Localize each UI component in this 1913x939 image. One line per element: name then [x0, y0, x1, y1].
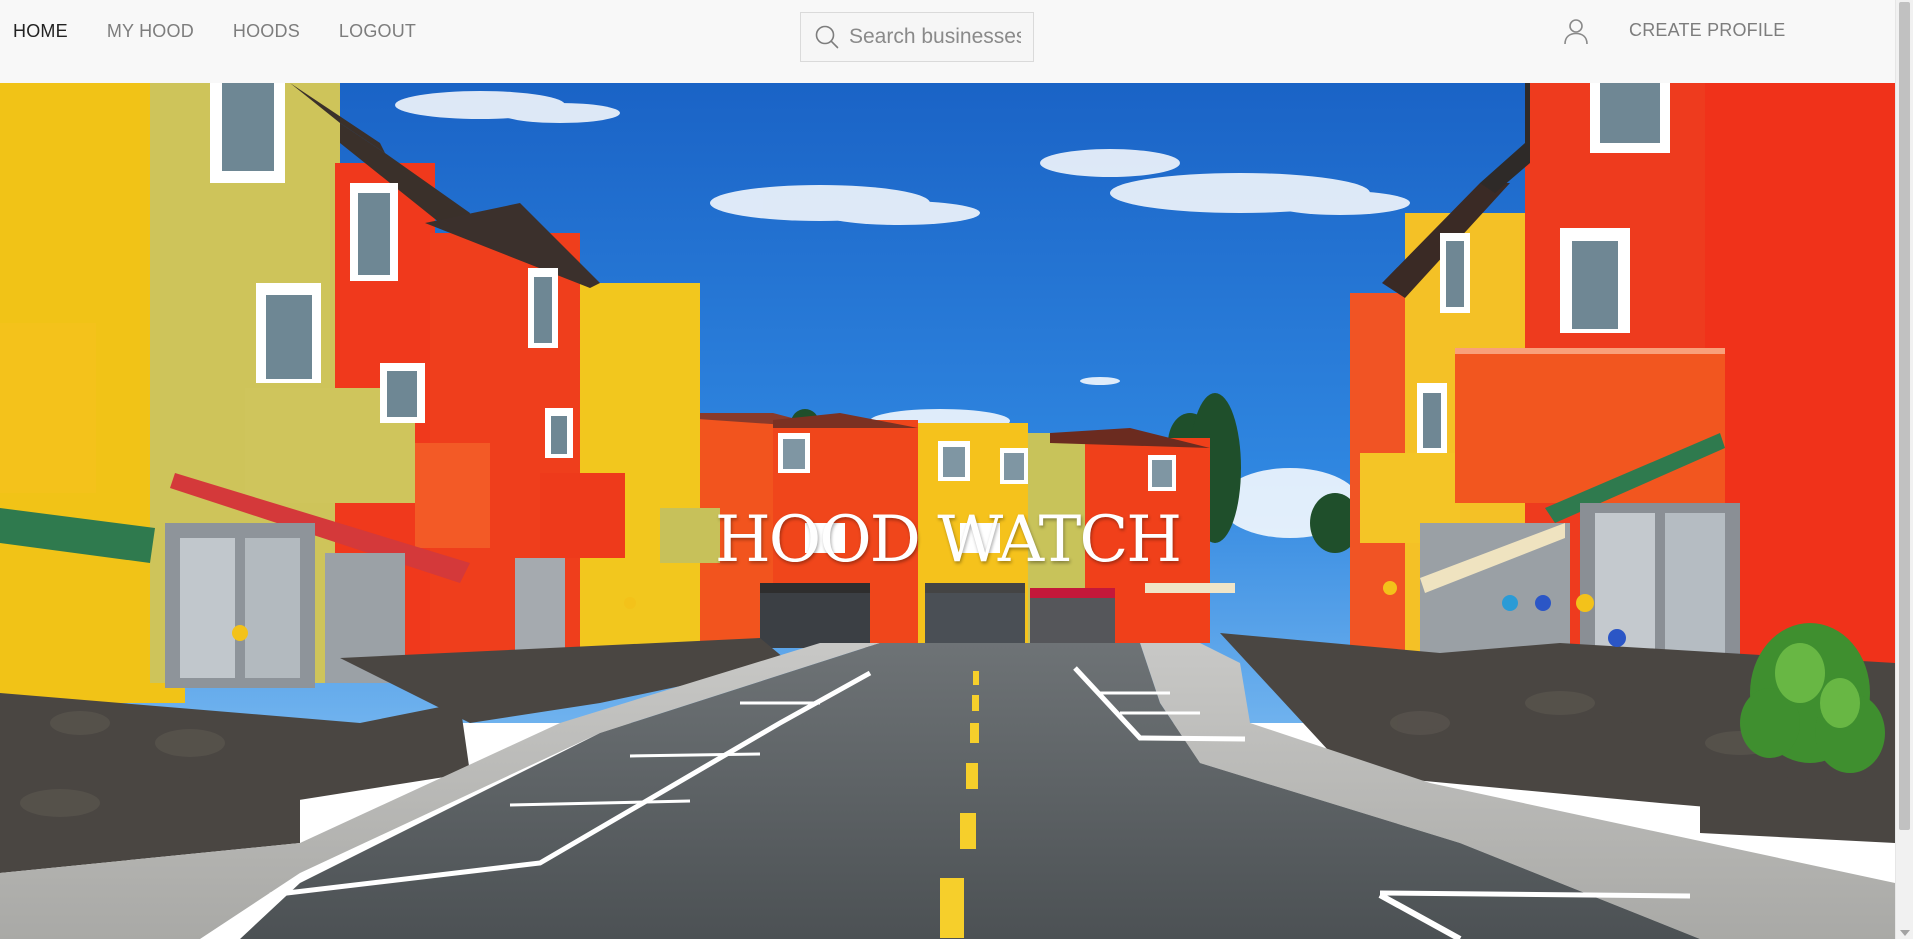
scrollbar-thumb[interactable] [1899, 2, 1910, 830]
page: HOME MY HOOD HOODS LOGOUT CREATE PROFILE [0, 0, 1913, 939]
nav-link-my-hood[interactable]: MY HOOD [107, 21, 194, 42]
nav-links: HOME MY HOOD HOODS LOGOUT [0, 0, 442, 62]
nav-link-logout[interactable]: LOGOUT [339, 21, 416, 42]
create-profile-link[interactable]: CREATE PROFILE [1629, 20, 1786, 41]
nav-link-hoods[interactable]: HOODS [233, 21, 300, 42]
search-box[interactable] [800, 12, 1034, 62]
search-input[interactable] [849, 25, 1021, 49]
scroll-down-arrow-icon[interactable] [1900, 930, 1910, 936]
search-icon [815, 25, 839, 49]
hero-banner: HOOD WATCH [0, 83, 1895, 939]
nav-link-home[interactable]: HOME [13, 21, 68, 42]
page-scrollbar[interactable] [1895, 0, 1913, 939]
hero-street-image [0, 83, 1895, 939]
user-icon[interactable] [1562, 17, 1590, 45]
top-navbar: HOME MY HOOD HOODS LOGOUT CREATE PROFILE [0, 0, 1895, 84]
